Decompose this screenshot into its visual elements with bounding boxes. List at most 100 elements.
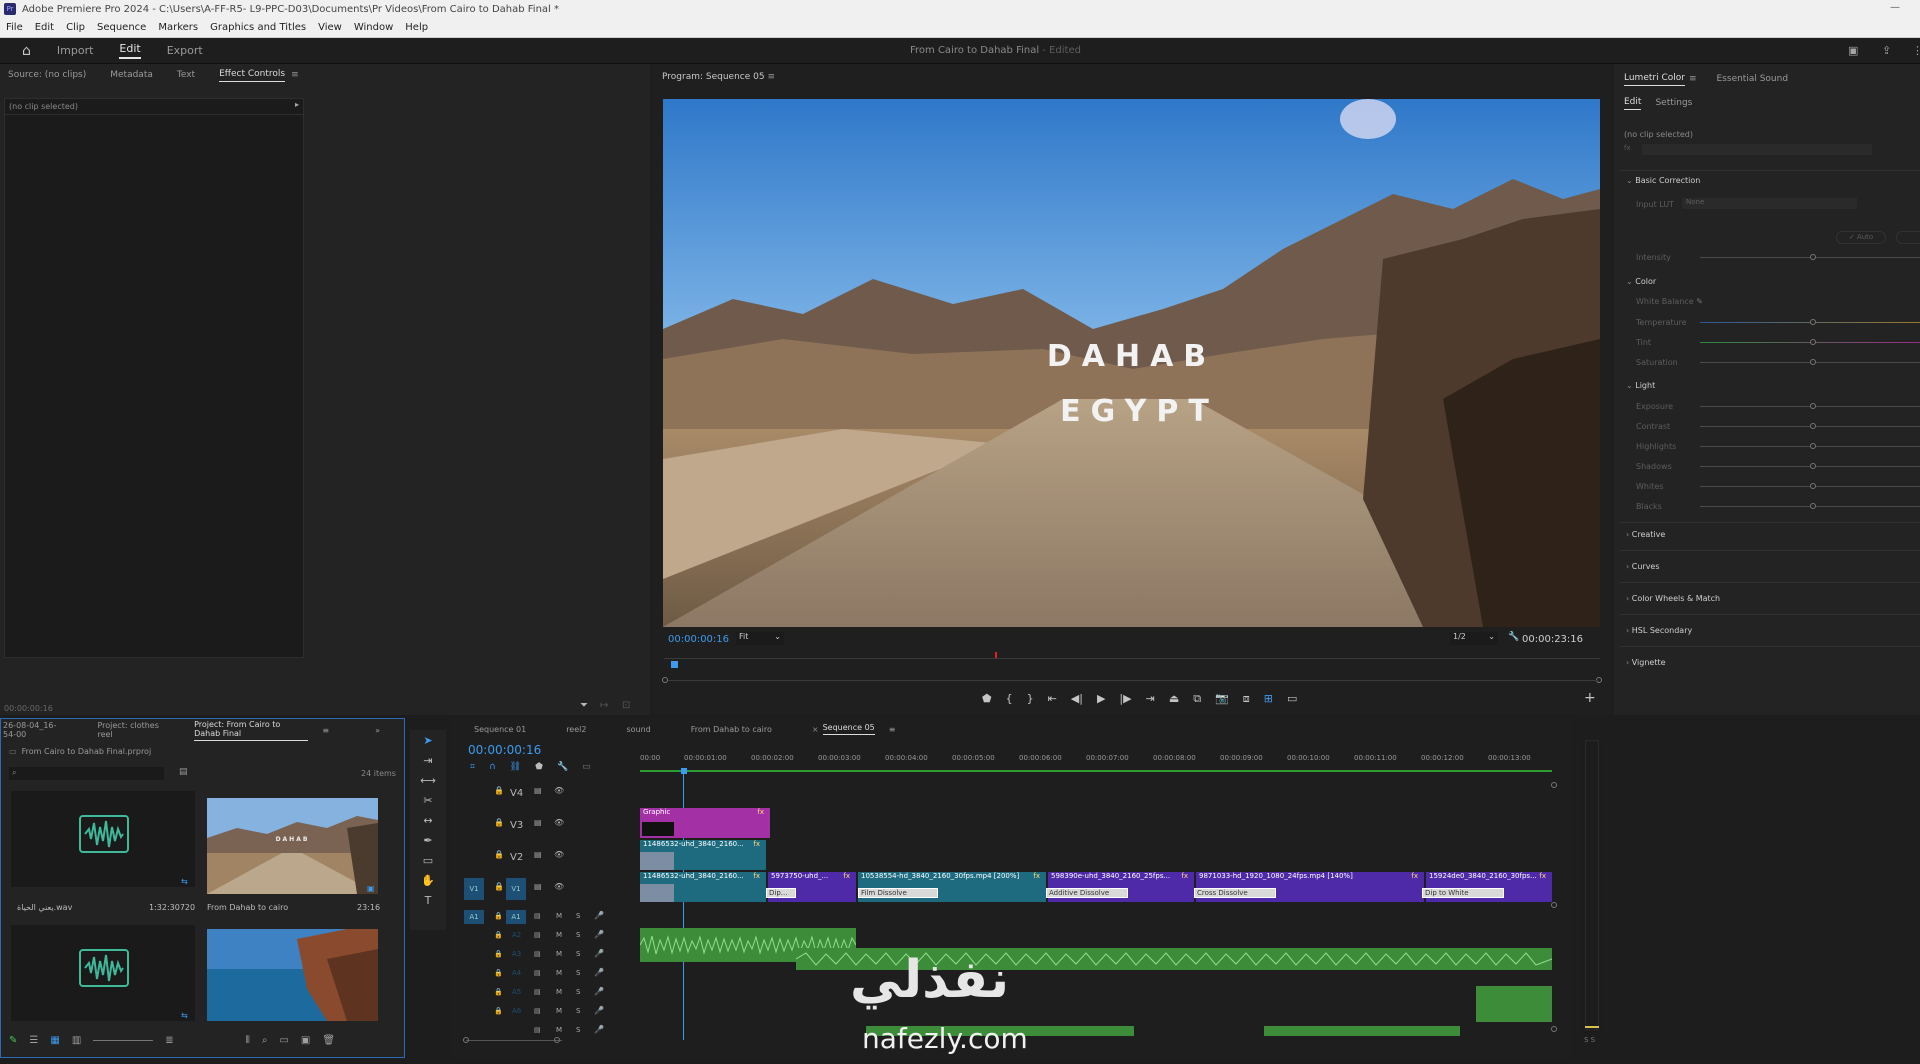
toggle-sync-icon[interactable]: ▤ — [534, 931, 541, 939]
vr-icon[interactable]: ⊞ — [1264, 692, 1273, 706]
extract-icon[interactable]: ⧉ — [1193, 692, 1201, 706]
graphic-clip[interactable]: Graphic fx — [640, 808, 770, 838]
mini-timeline[interactable] — [664, 658, 1600, 659]
tab-reel2[interactable]: reel2 — [566, 725, 586, 734]
tab-source[interactable]: Source: (no clips) — [8, 70, 86, 80]
step-forward-icon[interactable]: |▶ — [1119, 692, 1131, 706]
type-tool-icon[interactable]: T — [425, 894, 432, 907]
expand-panels-icon[interactable]: » — [375, 726, 380, 735]
tab-effect-controls[interactable]: Effect Controls — [219, 69, 286, 82]
menu-window[interactable]: Window — [348, 22, 399, 33]
lock-icon[interactable]: 🔒 — [494, 950, 503, 958]
write-icon[interactable]: ✎ — [9, 1035, 17, 1046]
eye-icon[interactable]: 👁 — [554, 818, 564, 827]
toggle-sync-icon[interactable]: ▤ — [534, 912, 541, 920]
tab-sound[interactable]: sound — [626, 725, 650, 734]
mark-out-icon[interactable]: } — [1027, 692, 1034, 706]
panel-menu-icon[interactable]: ≡ — [291, 70, 299, 80]
toggle-sync-icon[interactable]: ▤ — [534, 786, 542, 795]
tab-import[interactable]: Import — [57, 44, 94, 57]
wrench-icon[interactable]: 🔧 — [1508, 632, 1519, 642]
tab-sequence-01[interactable]: Sequence 01 — [474, 725, 526, 734]
video-frame[interactable]: DAHAB EGYPT — [663, 99, 1600, 627]
audio-clip-sfx[interactable] — [1476, 986, 1552, 1022]
home-icon[interactable]: ⌂ — [22, 43, 31, 59]
minimize-button[interactable]: — — [1890, 2, 1900, 13]
linked-selection-icon[interactable]: ⛓ — [510, 762, 521, 772]
highlights-knob[interactable] — [1810, 443, 1816, 449]
add-marker-icon[interactable]: ⬟ — [982, 692, 992, 706]
new-bin-icon[interactable]: ▤ — [179, 767, 188, 777]
project-item-video-2[interactable] — [207, 929, 378, 1021]
menu-edit[interactable]: Edit — [29, 22, 60, 33]
share-icon[interactable]: ⇪ — [1882, 44, 1891, 57]
sort-icon[interactable]: ≣ — [165, 1035, 173, 1046]
mute-button[interactable]: M — [556, 969, 562, 977]
eye-icon[interactable]: 👁 — [554, 882, 564, 891]
rectangle-tool-icon[interactable]: ▭ — [423, 854, 433, 867]
toggle-sync-icon[interactable]: ▤ — [534, 850, 542, 859]
menu-markers[interactable]: Markers — [152, 22, 204, 33]
project-item-audio-2[interactable]: ⇆ — [11, 925, 195, 1021]
track-a1-label[interactable]: A1 — [506, 910, 526, 924]
reset-button[interactable] — [1896, 231, 1920, 244]
whites-knob[interactable] — [1810, 483, 1816, 489]
export-frame-icon[interactable]: ↦ — [600, 700, 608, 711]
settings-icon[interactable]: ⊡ — [622, 700, 630, 711]
section-creative[interactable]: › Creative — [1626, 530, 1665, 539]
v1-clip[interactable]: 11486532-uhd_3840_2160... fx — [640, 872, 766, 902]
playhead-marker[interactable] — [671, 661, 678, 668]
list-view-icon[interactable]: ☰ — [29, 1035, 38, 1046]
lumetri-menu-icon[interactable]: ≡ — [1689, 74, 1697, 84]
solo-button[interactable]: S — [576, 950, 580, 958]
lock-icon[interactable]: 🔒 — [494, 931, 503, 939]
tab-from-dahab[interactable]: From Dahab to cairo — [691, 725, 772, 734]
timeline-settings-icon[interactable]: 🔧 — [557, 762, 568, 772]
section-vignette[interactable]: › Vignette — [1626, 658, 1666, 667]
time-ruler[interactable]: 00:00 00:00:01:00 00:00:02:00 00:00:03:0… — [640, 750, 1552, 772]
close-tab-icon[interactable]: × — [812, 725, 819, 734]
solo-button[interactable]: S — [576, 988, 580, 996]
automate-icon[interactable]: ⫴ — [246, 1035, 250, 1046]
lock-icon[interactable]: 🔒 — [494, 912, 503, 920]
tab-essential-sound[interactable]: Essential Sound — [1717, 74, 1789, 84]
tab-lumetri-edit[interactable]: Edit — [1624, 97, 1642, 110]
solo-button[interactable]: S — [576, 1026, 580, 1034]
play-icon[interactable]: ▶ — [1097, 692, 1105, 706]
camera-icon[interactable]: 📷 — [1215, 692, 1229, 706]
timeline-timecode[interactable]: 00:00:00:16 — [468, 743, 541, 757]
filter-icon[interactable]: ⏷ — [580, 700, 588, 711]
section-light[interactable]: ⌄ Light — [1626, 381, 1655, 390]
toggle-sync-icon[interactable]: ▤ — [534, 818, 542, 827]
contrast-knob[interactable] — [1810, 423, 1816, 429]
tab-project-clothes[interactable]: Project: clothes reel — [97, 721, 164, 739]
lumetri-effect-select[interactable] — [1642, 144, 1872, 155]
saturation-knob[interactable] — [1810, 359, 1816, 365]
lock-icon[interactable]: 🔒 — [494, 786, 504, 795]
selection-tool-icon[interactable]: ➤ — [423, 734, 432, 747]
resolution-select[interactable]: 1/2 ⌄ — [1450, 632, 1498, 645]
tab-export[interactable]: Export — [167, 44, 203, 57]
timeline-playhead-handle[interactable] — [681, 768, 687, 774]
scroll-handle[interactable] — [1551, 1026, 1557, 1032]
section-curves[interactable]: › Curves — [1626, 562, 1660, 571]
menu-help[interactable]: Help — [399, 22, 434, 33]
intensity-knob[interactable] — [1810, 254, 1816, 260]
mic-icon[interactable]: 🎤 — [594, 930, 604, 939]
tab-lumetri-color[interactable]: Lumetri Color — [1624, 73, 1685, 86]
hand-tool-icon[interactable]: ✋ — [421, 874, 435, 887]
transition-dip-to-white[interactable]: Dip to White — [1422, 888, 1504, 898]
mic-icon[interactable]: 🎤 — [594, 911, 604, 920]
nest-icon[interactable]: ⌗ — [470, 762, 475, 772]
v2-clip[interactable]: 11486532-uhd_3840_2160... fx — [640, 840, 766, 870]
lift-icon[interactable]: ⏏ — [1169, 692, 1179, 706]
snap-icon[interactable]: ∩ — [489, 762, 496, 772]
section-color[interactable]: ⌄ Color — [1626, 277, 1656, 286]
mic-icon[interactable]: 🎤 — [594, 949, 604, 958]
menu-sequence[interactable]: Sequence — [91, 22, 152, 33]
freeform-view-icon[interactable]: ▥ — [72, 1035, 81, 1046]
go-to-in-icon[interactable]: ⇤ — [1048, 692, 1057, 706]
project-item-video-1[interactable]: DAHAB ▣ — [207, 798, 378, 894]
zoom-bar[interactable] — [668, 680, 1598, 681]
menu-file[interactable]: File — [0, 22, 29, 33]
